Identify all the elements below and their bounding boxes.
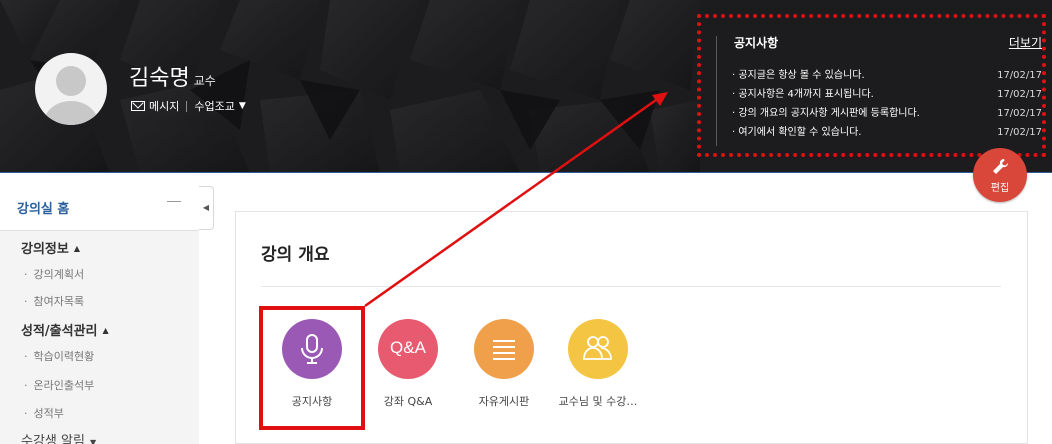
page-root: 김숙명 교수 메시지 수업조교 ▼ 공지사항 더보기 · 공지글은 항상 볼 수 … <box>0 0 1052 444</box>
annotation-arrow <box>364 92 668 308</box>
